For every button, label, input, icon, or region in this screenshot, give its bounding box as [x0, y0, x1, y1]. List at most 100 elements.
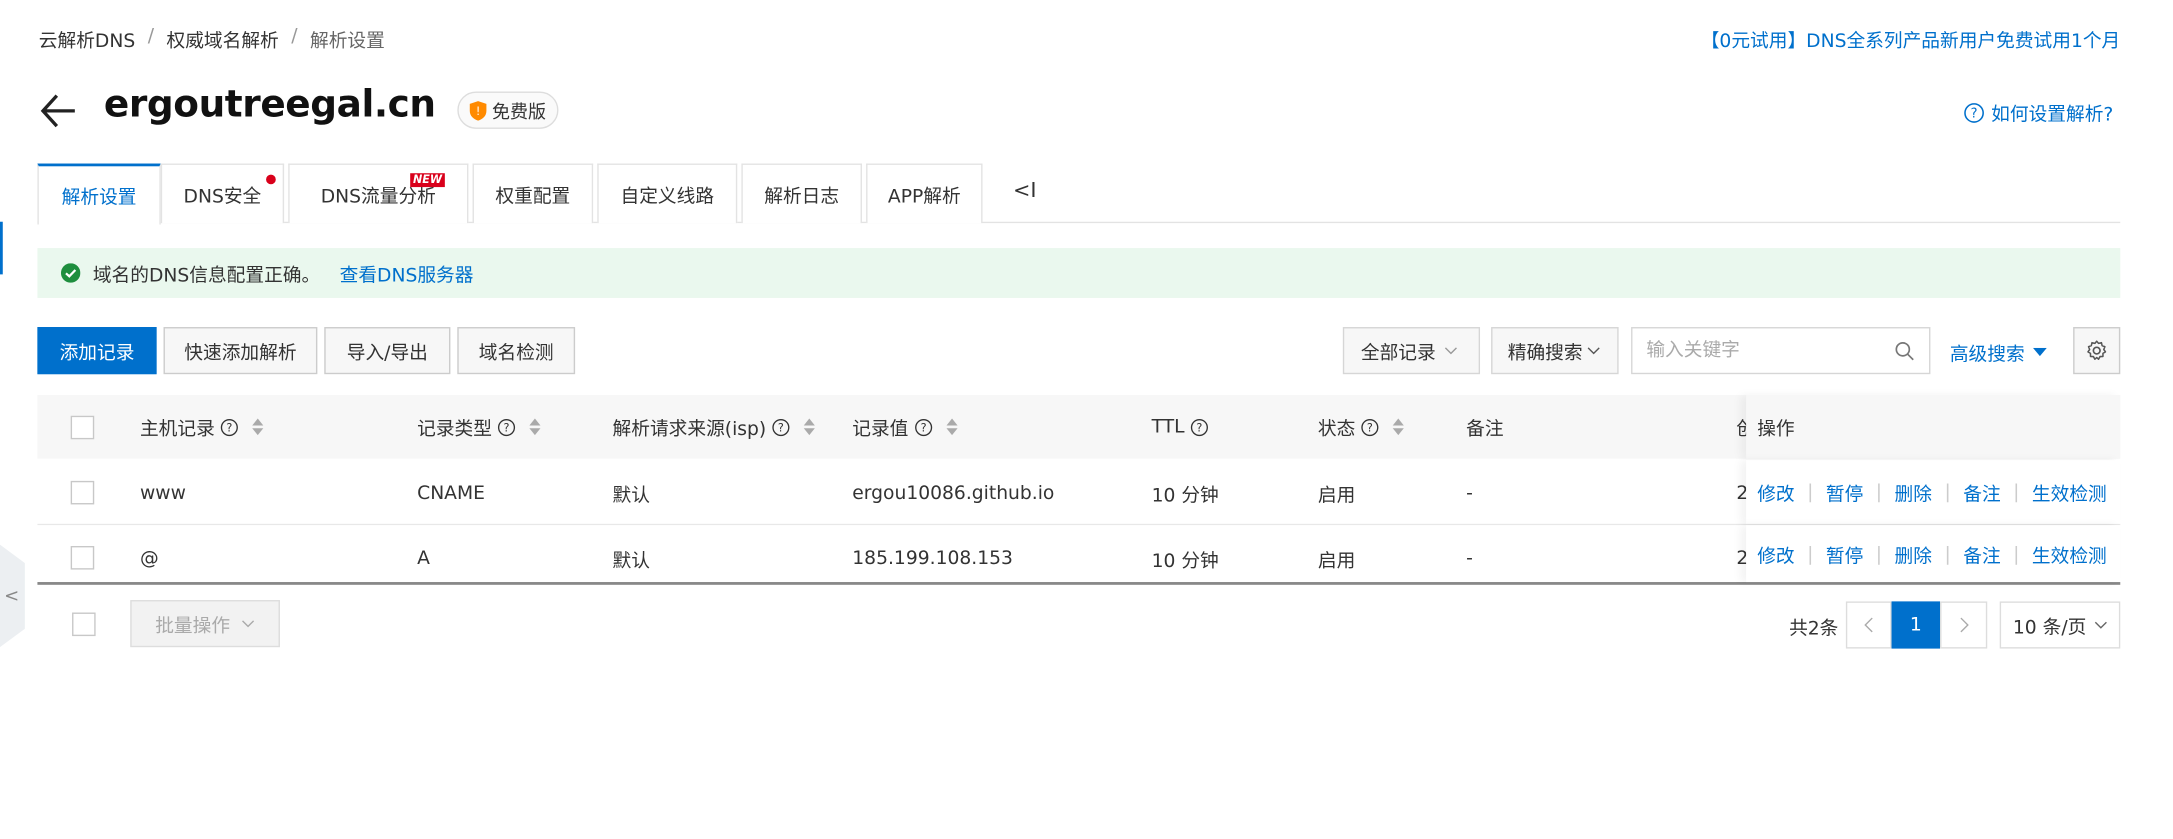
sort-icon[interactable]: [252, 418, 264, 436]
question-circle-icon[interactable]: ?: [220, 416, 238, 438]
cell-isp: 默认: [612, 549, 650, 572]
delete-link[interactable]: 删除: [1895, 478, 1932, 506]
cell-value: ergou10086.github.io: [852, 481, 1055, 504]
search-input[interactable]: [1646, 339, 1895, 362]
page-number-button[interactable]: 1: [1891, 601, 1941, 649]
dns-status-notice: 域名的DNS信息配置正确。 查看DNS服务器: [37, 248, 2121, 298]
pause-link[interactable]: 暂停: [1826, 540, 1863, 567]
divider: |: [2013, 480, 2020, 504]
prev-page-button[interactable]: [1845, 601, 1892, 649]
domain-check-button[interactable]: 域名检测: [457, 327, 576, 375]
th-ttl[interactable]: TTL ?: [1152, 395, 1209, 459]
sort-icon[interactable]: [1392, 418, 1404, 436]
cell-type: A: [417, 546, 430, 569]
svg-text:?: ?: [778, 421, 784, 434]
batch-actions-label: 批量操作: [155, 615, 231, 638]
row-actions: 修改 | 暂停 | 删除 | 备注 | 生效检测: [1746, 460, 2121, 524]
sidebar-toggle-handle[interactable]: <: [0, 544, 25, 648]
tab-app-dns[interactable]: APP解析: [866, 163, 983, 224]
advanced-search-toggle[interactable]: 高级搜索: [1950, 338, 2047, 366]
breadcrumb-item-current: 解析设置: [310, 30, 385, 53]
edition-label: 免费版: [491, 102, 547, 124]
svg-text:?: ?: [1970, 106, 1977, 121]
cell-value: 185.199.108.153: [852, 546, 1013, 569]
question-circle-icon[interactable]: ?: [772, 416, 790, 438]
help-link[interactable]: ? 如何设置解析?: [1963, 98, 2113, 126]
cell-remark: -: [1466, 546, 1473, 569]
row-checkbox[interactable]: [70, 480, 95, 505]
chevron-down-icon: [2093, 614, 2107, 636]
th-host[interactable]: 主机记录 ?: [139, 395, 264, 459]
effect-check-link[interactable]: 生效检测: [2032, 540, 2107, 567]
th-isp-label: 解析请求来源(isp): [612, 418, 767, 441]
row-select-cell: [70, 525, 95, 590]
import-export-button[interactable]: 导入/导出: [324, 327, 451, 375]
pause-link[interactable]: 暂停: [1826, 478, 1863, 506]
tabs-collapse-icon[interactable]: <I: [1013, 177, 1037, 202]
back-arrow-icon[interactable]: [39, 89, 78, 133]
cell-remark: -: [1466, 481, 1473, 504]
remark-link[interactable]: 备注: [1963, 540, 2000, 567]
svg-text:?: ?: [504, 421, 510, 434]
breadcrumb-item-dns[interactable]: 云解析DNS: [39, 25, 135, 52]
advanced-search-label: 高级搜索: [1949, 343, 2025, 366]
tab-dns-traffic[interactable]: DNS流量分析 NEW: [288, 163, 469, 224]
caret-down-icon: [2032, 341, 2047, 363]
total-count: 共2条: [1789, 618, 1839, 641]
domain-title: ergoutreegal.cn: [103, 83, 436, 127]
settings-button[interactable]: [2073, 327, 2121, 375]
batch-actions-select[interactable]: 批量操作: [130, 600, 280, 648]
notification-dot: [266, 174, 276, 185]
th-value[interactable]: 记录值 ?: [852, 395, 957, 459]
tab-dns-security[interactable]: DNS安全: [160, 163, 285, 224]
tab-custom-line[interactable]: 自定义线路: [597, 163, 738, 224]
page-size-select[interactable]: 10 条/页: [1999, 601, 2121, 649]
th-type[interactable]: 记录类型 ?: [417, 395, 541, 459]
chevron-down-icon: [1587, 340, 1601, 362]
row-checkbox[interactable]: [70, 546, 95, 570]
quick-add-button[interactable]: 快速添加解析: [163, 327, 318, 375]
th-status-label: 状态: [1317, 418, 1356, 441]
sort-icon[interactable]: [803, 418, 815, 436]
question-circle-icon[interactable]: ?: [1190, 416, 1208, 438]
question-circle-icon[interactable]: ?: [497, 416, 516, 438]
search-icon[interactable]: [1894, 340, 1915, 362]
tab-dns-log[interactable]: 解析日志: [741, 163, 862, 224]
effect-check-link[interactable]: 生效检测: [2032, 478, 2107, 506]
cell-ttl: 10 分钟: [1151, 549, 1219, 572]
sort-icon[interactable]: [529, 418, 541, 436]
tab-bar: 解析设置 DNS安全 DNS流量分析 NEW 权重配置 自定义线路 解析日志 AP…: [37, 163, 2121, 225]
th-host-label: 主机记录: [139, 418, 215, 441]
footer-select-all-checkbox[interactable]: [72, 612, 96, 637]
edit-link[interactable]: 修改: [1757, 478, 1794, 506]
promo-link[interactable]: 【0元试用】DNS全系列产品新用户免费试用1个月: [1701, 25, 2121, 52]
tab-weight-config[interactable]: 权重配置: [472, 163, 594, 224]
tab-label: DNS安全: [183, 185, 262, 208]
record-filter-select[interactable]: 全部记录: [1342, 327, 1481, 375]
keyword-search: [1631, 327, 1931, 375]
sort-icon[interactable]: [945, 418, 957, 436]
search-mode-select[interactable]: 精确搜索: [1491, 327, 1619, 375]
divider: |: [1875, 480, 1883, 504]
breadcrumb: 云解析DNS / 权威域名解析 / 解析设置: [39, 25, 385, 53]
select-all-checkbox[interactable]: [70, 415, 95, 439]
delete-link[interactable]: 删除: [1895, 540, 1932, 567]
question-circle-icon[interactable]: ?: [914, 416, 932, 438]
tab-dns-settings[interactable]: 解析设置: [37, 163, 161, 225]
th-ops-label: 操作: [1757, 418, 1795, 441]
divider: |: [2013, 542, 2020, 565]
question-circle-icon[interactable]: ?: [1361, 416, 1379, 438]
remark-link[interactable]: 备注: [1963, 478, 2000, 506]
add-record-button[interactable]: 添加记录: [37, 327, 157, 375]
chevron-down-icon: [241, 613, 255, 635]
breadcrumb-separator: /: [291, 24, 298, 48]
cell-host: www: [139, 481, 186, 504]
next-page-button[interactable]: [1940, 601, 1988, 649]
left-accent-bar: [0, 221, 3, 275]
breadcrumb-item-authoritative[interactable]: 权威域名解析: [166, 25, 278, 52]
table-row: @ A 默认 185.199.108.153 10 分钟 启用 - 2 修改 | …: [37, 525, 2121, 585]
th-isp[interactable]: 解析请求来源(isp) ?: [613, 395, 815, 459]
view-dns-servers-link[interactable]: 查看DNS服务器: [340, 259, 474, 287]
edit-link[interactable]: 修改: [1757, 540, 1794, 567]
th-status[interactable]: 状态 ?: [1318, 395, 1404, 459]
